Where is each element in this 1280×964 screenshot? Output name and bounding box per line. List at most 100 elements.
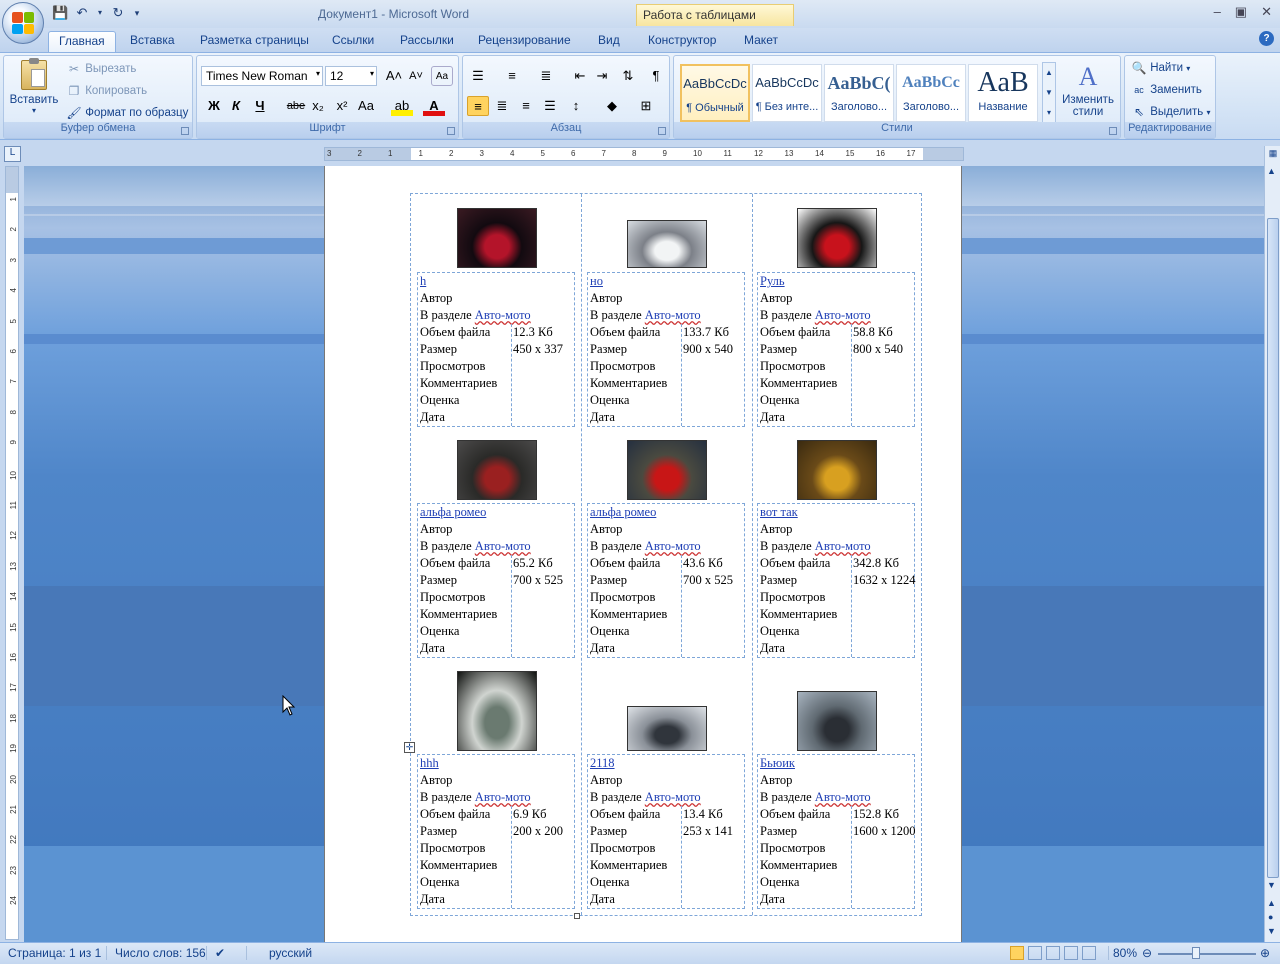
ruler-toggle-icon[interactable]: ▦ — [1267, 148, 1279, 162]
font-name-combobox[interactable]: Times New Roman ▾ — [201, 66, 323, 86]
print-layout-icon[interactable] — [1010, 946, 1024, 960]
full-screen-reading-icon[interactable] — [1028, 946, 1042, 960]
shrink-font-icon[interactable]: A˅ — [405, 66, 427, 86]
page-count[interactable]: Страница: 1 из 1 — [8, 946, 101, 960]
image-info-table[interactable]: 2118 Автор В разделе Авто-мото Объем файла 1… — [587, 754, 745, 909]
style-no-spacing[interactable]: AaBbCcDc ¶ Без инте... — [752, 64, 822, 122]
scroll-down-icon[interactable]: ▼ — [1267, 880, 1276, 890]
change-styles-button[interactable]: A Изменить стили — [1058, 60, 1118, 118]
minimize-icon[interactable]: – — [1214, 4, 1221, 20]
tab-page-layout[interactable]: Разметка страницы — [190, 31, 319, 52]
tab-selector[interactable]: L — [4, 146, 21, 162]
image-title-link[interactable]: h — [420, 274, 426, 288]
tab-references[interactable]: Ссылки — [322, 31, 384, 52]
numbering-icon[interactable]: ≡ — [501, 66, 523, 86]
paragraph-launcher-icon[interactable] — [658, 127, 666, 135]
replace-button[interactable]: ac Заменить — [1131, 82, 1202, 98]
section-link[interactable]: Авто-мото — [815, 790, 871, 804]
vertical-scrollbar[interactable]: ▦ ▲ ▼ ▲ ● ▼ — [1264, 146, 1280, 942]
outline-icon[interactable] — [1064, 946, 1078, 960]
clipboard-launcher-icon[interactable] — [181, 127, 189, 135]
image-title-link[interactable]: 2118 — [590, 756, 615, 770]
zoom-slider-thumb[interactable] — [1192, 947, 1200, 959]
section-link[interactable]: Авто-мото — [815, 308, 871, 322]
car-thumbnail-image[interactable] — [457, 440, 537, 500]
bold-button[interactable]: Ж — [203, 96, 225, 116]
image-title-link[interactable]: Руль — [760, 274, 785, 288]
zoom-level[interactable]: 80% — [1108, 946, 1137, 960]
undo-dropdown-icon[interactable]: ▾ — [96, 5, 104, 21]
document-page[interactable]: h Автор В разделе Авто-мото Объем файла 12.3… — [324, 166, 962, 942]
image-info-table[interactable]: Бьюик Автор В разделе Авто-мото Объем файла… — [757, 754, 916, 909]
image-title-link[interactable]: Бьюик — [760, 756, 795, 770]
draft-icon[interactable] — [1082, 946, 1096, 960]
find-button[interactable]: 🔍 Найти ▾ — [1131, 60, 1191, 76]
tab-review[interactable]: Рецензирование — [468, 31, 581, 52]
car-thumbnail-image[interactable] — [627, 440, 707, 500]
car-thumbnail-image[interactable] — [797, 440, 877, 500]
align-right-icon[interactable]: ≡ — [515, 96, 537, 116]
image-info-table[interactable]: но Автор В разделе Авто-мото Объем файла 133… — [587, 272, 745, 427]
car-thumbnail-image[interactable] — [457, 208, 537, 268]
borders-icon[interactable]: ⊞ — [635, 96, 657, 116]
image-info-table[interactable]: альфа ромео Автор В разделе Авто-мото Объем… — [587, 503, 745, 658]
next-page-icon[interactable]: ▼ — [1267, 926, 1276, 936]
highlight-icon[interactable]: ab — [391, 96, 413, 116]
align-center-icon[interactable]: ≣ — [491, 96, 513, 116]
section-link[interactable]: Авто-мото — [645, 790, 701, 804]
zoom-out-icon[interactable]: ⊖ — [1142, 946, 1152, 960]
font-launcher-icon[interactable] — [447, 127, 455, 135]
style-normal[interactable]: AaBbCcDc ¶ Обычный — [680, 64, 750, 122]
section-link[interactable]: Авто-мото — [815, 539, 871, 553]
image-info-table[interactable]: Руль Автор В разделе Авто-мото Объем файла 5… — [757, 272, 915, 427]
change-case-button[interactable]: Aa — [355, 96, 377, 116]
previous-page-icon[interactable]: ▲ — [1267, 898, 1276, 908]
font-color-icon[interactable]: A — [423, 96, 445, 116]
car-thumbnail-image[interactable] — [627, 220, 707, 268]
language[interactable]: русский — [246, 946, 312, 960]
justify-icon[interactable]: ☰ — [539, 96, 561, 116]
subscript-button[interactable]: x₂ — [307, 96, 329, 116]
scroll-up-icon[interactable]: ▲ — [1267, 166, 1276, 176]
font-size-combobox[interactable]: 12 ▾ — [325, 66, 377, 86]
section-link[interactable]: Авто-мото — [475, 308, 531, 322]
decrease-indent-icon[interactable]: ⇤ — [569, 66, 591, 86]
sort-icon[interactable]: ⇅ — [617, 66, 639, 86]
grow-font-icon[interactable]: A˄ — [383, 66, 405, 86]
increase-indent-icon[interactable]: ⇥ — [591, 66, 613, 86]
tab-layout[interactable]: Макет — [734, 31, 788, 52]
zoom-in-icon[interactable]: ⊕ — [1260, 946, 1270, 960]
underline-button[interactable]: Ч — [249, 96, 271, 116]
style-heading-1[interactable]: AaBbC( Заголово... — [824, 64, 894, 122]
tab-mailings[interactable]: Рассылки — [390, 31, 464, 52]
close-icon[interactable]: ✕ — [1261, 4, 1272, 20]
redo-icon[interactable]: ↻ — [110, 5, 126, 21]
image-title-link[interactable]: вот так — [760, 505, 798, 519]
zoom-slider[interactable] — [1158, 953, 1256, 955]
car-thumbnail-image[interactable] — [797, 208, 877, 268]
style-title[interactable]: AaB Название — [968, 64, 1038, 122]
customize-qat-icon[interactable]: ▾ — [132, 5, 142, 21]
font-size-dropdown-icon[interactable]: ▾ — [370, 69, 374, 78]
cut-button[interactable]: ✂ Вырезать — [66, 61, 136, 77]
bullets-icon[interactable]: ☰ — [467, 66, 489, 86]
office-button[interactable] — [2, 2, 44, 44]
copy-button[interactable]: ❐ Копировать — [66, 83, 148, 99]
table-move-handle-icon[interactable]: ✛ — [404, 742, 415, 753]
car-thumbnail-image[interactable] — [797, 691, 877, 751]
multilevel-list-icon[interactable]: ≣ — [535, 66, 557, 86]
section-link[interactable]: Авто-мото — [645, 308, 701, 322]
show-formatting-marks-icon[interactable]: ¶ — [645, 66, 667, 86]
image-info-table[interactable]: альфа ромео Автор В разделе Авто-мото Объем… — [417, 503, 575, 658]
italic-button[interactable]: К — [225, 96, 247, 116]
image-info-table[interactable]: hhh Автор В разделе Авто-мото Объем файла 6.… — [417, 754, 575, 909]
image-info-table[interactable]: вот так Автор В разделе Авто-мото Объем фай… — [757, 503, 916, 658]
vertical-ruler[interactable]: 1 2 3 4 5 6 7 8 9 10 11 12 13 14 15 16 17 18 19 20 21 22 23 24 — [5, 166, 19, 940]
save-icon[interactable]: 💾 — [52, 5, 68, 21]
strikethrough-button[interactable]: abe — [285, 96, 307, 116]
align-left-icon[interactable]: ≡ — [467, 96, 489, 116]
image-title-link[interactable]: альфа ромео — [590, 505, 656, 519]
superscript-button[interactable]: x² — [331, 96, 353, 116]
image-title-link[interactable]: hhh — [420, 756, 439, 770]
proofing-icon[interactable]: ✔ — [206, 946, 225, 960]
